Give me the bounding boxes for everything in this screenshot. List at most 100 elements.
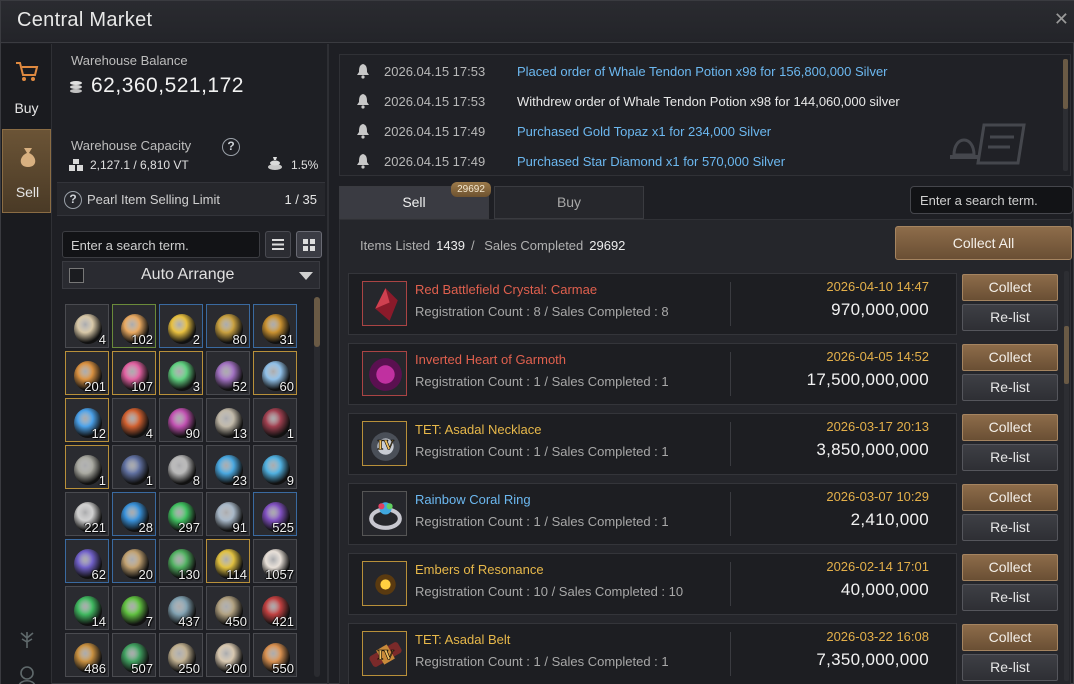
ring-icon xyxy=(369,502,402,530)
inventory-scrollbar[interactable] xyxy=(314,297,320,677)
listing-item-name: TET: Asadal Belt xyxy=(415,632,511,647)
pearl-limit-count: 1 / 35 xyxy=(284,192,317,207)
inventory-slot[interactable]: 1 xyxy=(65,445,109,489)
listing-item-name: Rainbow Coral Ring xyxy=(415,492,531,507)
close-icon[interactable]: ✕ xyxy=(1054,9,1069,30)
tree-icon[interactable] xyxy=(15,626,39,650)
inventory-slot[interactable]: 221 xyxy=(65,492,109,536)
listing-row[interactable]: IV TET: Asadal Necklace Registration Count… xyxy=(348,413,957,475)
listing-row[interactable]: IV TET: Asadal Belt Registration Count : 1… xyxy=(348,623,957,684)
relist-button[interactable]: Re-list xyxy=(962,584,1058,611)
stats-separator: / xyxy=(471,238,475,253)
collect-button[interactable]: Collect xyxy=(962,554,1058,581)
inventory-slot[interactable]: 1 xyxy=(112,445,156,489)
list-view-button[interactable] xyxy=(265,231,291,258)
nav-sell[interactable]: Sell xyxy=(2,129,51,213)
relist-button[interactable]: Re-list xyxy=(962,374,1058,401)
inventory-slot[interactable]: 8 xyxy=(159,445,203,489)
listing-row[interactable]: Inverted Heart of Garmoth Registration Co… xyxy=(348,343,957,405)
log-entry: 2026.04.15 17:49 Purchased Gold Topaz x1 … xyxy=(340,116,1060,146)
inventory-slot[interactable]: 91 xyxy=(206,492,250,536)
inventory-slot[interactable]: 4 xyxy=(112,398,156,442)
log-time: 2026.04.15 17:49 xyxy=(384,154,486,169)
item-count: 1057 xyxy=(265,567,294,582)
inventory-slot[interactable]: 52 xyxy=(206,351,250,395)
listing-row[interactable]: Embers of Resonance Registration Count : … xyxy=(348,553,957,615)
character-icon[interactable] xyxy=(15,664,39,684)
inventory-slot[interactable]: 13 xyxy=(206,398,250,442)
inventory-slot[interactable]: 201 xyxy=(65,351,109,395)
item-count: 23 xyxy=(232,473,247,488)
auto-arrange-checkbox[interactable] xyxy=(69,268,84,283)
inventory-slot[interactable]: 1057 xyxy=(253,539,297,583)
inventory-slot[interactable]: 9 xyxy=(253,445,297,489)
listings-scroll-thumb[interactable] xyxy=(1064,326,1069,384)
capacity-help-icon[interactable]: ? xyxy=(222,138,240,156)
relist-button[interactable]: Re-list xyxy=(962,654,1058,681)
sales-completed-badge: 29692 xyxy=(451,182,491,197)
pearl-help-icon[interactable]: ? xyxy=(64,191,82,209)
inventory-slot[interactable]: 80 xyxy=(206,304,250,348)
inventory-slot[interactable]: 20 xyxy=(112,539,156,583)
item-count: 3 xyxy=(192,379,200,394)
listing-row[interactable]: Red Battlefield Crystal: Carmae Registrat… xyxy=(348,273,957,335)
inventory-slot[interactable]: 90 xyxy=(159,398,203,442)
pearl-limit-row: ? Pearl Item Selling Limit 1 / 35 xyxy=(57,182,325,216)
inventory-slot[interactable]: 62 xyxy=(65,539,109,583)
inventory-slot[interactable]: 1 xyxy=(253,398,297,442)
listing-date: 2026-04-05 14:52 xyxy=(826,349,929,364)
inventory-slot[interactable]: 14 xyxy=(65,586,109,630)
inventory-slot[interactable]: 4 xyxy=(65,304,109,348)
inventory-slot[interactable]: 450 xyxy=(206,586,250,630)
inventory-slot[interactable]: 437 xyxy=(159,586,203,630)
inventory-slot[interactable]: 486 xyxy=(65,633,109,677)
listing-item-icon xyxy=(362,491,407,536)
inventory-slot[interactable]: 114 xyxy=(206,539,250,583)
title-bar[interactable]: Central Market ✕ xyxy=(1,1,1074,43)
heart-icon xyxy=(369,358,402,391)
inventory-slot[interactable]: 31 xyxy=(253,304,297,348)
inventory-slot[interactable]: 60 xyxy=(253,351,297,395)
inventory-slot[interactable]: 102 xyxy=(112,304,156,348)
inventory-slot[interactable]: 107 xyxy=(112,351,156,395)
relist-button[interactable]: Re-list xyxy=(962,514,1058,541)
log-scroll-thumb[interactable] xyxy=(1063,59,1068,109)
collect-button[interactable]: Collect xyxy=(962,484,1058,511)
relist-button[interactable]: Re-list xyxy=(962,444,1058,471)
inventory-slot[interactable]: 297 xyxy=(159,492,203,536)
inventory-slot[interactable]: 250 xyxy=(159,633,203,677)
inventory-scroll-thumb[interactable] xyxy=(314,297,320,347)
inventory-slot[interactable]: 28 xyxy=(112,492,156,536)
relist-button[interactable]: Re-list xyxy=(962,304,1058,331)
market-search-input[interactable]: Enter a search term. xyxy=(910,186,1073,214)
collect-button[interactable]: Collect xyxy=(962,414,1058,441)
listings-scrollbar[interactable] xyxy=(1064,271,1069,681)
collect-button[interactable]: Collect xyxy=(962,624,1058,651)
tab-buy[interactable]: Buy xyxy=(494,186,644,219)
item-count: 421 xyxy=(272,614,294,629)
inventory-search-input[interactable]: Enter a search term. xyxy=(62,231,260,258)
inventory-slot[interactable]: 2 xyxy=(159,304,203,348)
inventory-slot[interactable]: 525 xyxy=(253,492,297,536)
listing-date: 2026-02-14 17:01 xyxy=(826,559,929,574)
inventory-slot[interactable]: 7 xyxy=(112,586,156,630)
inventory-slot[interactable]: 23 xyxy=(206,445,250,489)
inventory-slot[interactable]: 421 xyxy=(253,586,297,630)
listing-row[interactable]: Rainbow Coral Ring Registration Count : 1… xyxy=(348,483,957,545)
collect-button[interactable]: Collect xyxy=(962,274,1058,301)
collect-button[interactable]: Collect xyxy=(962,344,1058,371)
listing-divider xyxy=(730,632,731,676)
collect-all-button[interactable]: Collect All xyxy=(895,226,1072,260)
listing-price: 970,000,000 xyxy=(831,300,929,319)
inventory-slot[interactable]: 550 xyxy=(253,633,297,677)
inventory-slot[interactable]: 200 xyxy=(206,633,250,677)
inventory-slot[interactable]: 3 xyxy=(159,351,203,395)
item-count: 250 xyxy=(178,661,200,676)
inventory-slot[interactable]: 12 xyxy=(65,398,109,442)
inventory-slot[interactable]: 507 xyxy=(112,633,156,677)
nav-buy[interactable]: Buy xyxy=(2,44,51,128)
grid-view-button[interactable] xyxy=(296,231,322,258)
auto-arrange-dropdown[interactable]: Auto Arrange xyxy=(62,261,320,289)
log-scrollbar[interactable] xyxy=(1063,59,1068,171)
inventory-slot[interactable]: 130 xyxy=(159,539,203,583)
